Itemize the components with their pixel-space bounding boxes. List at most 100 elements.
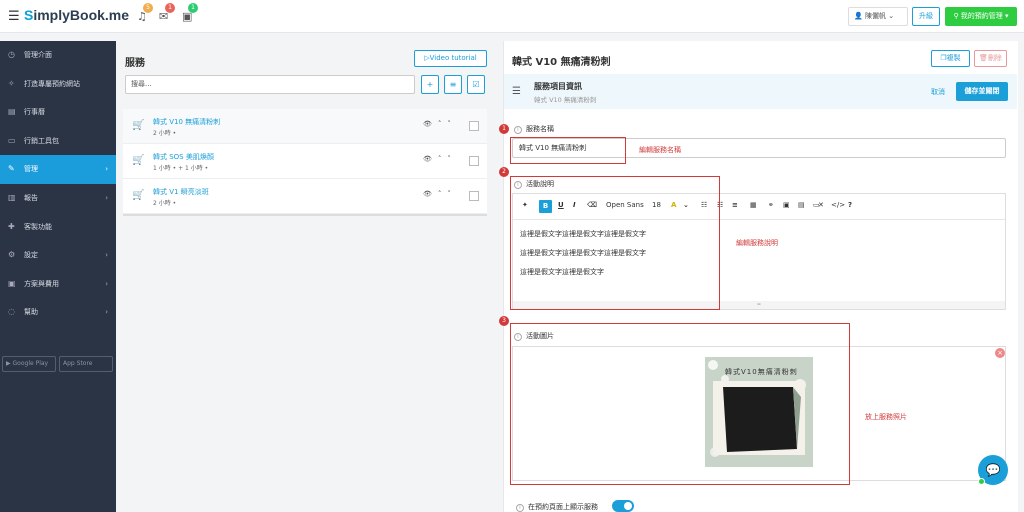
sidebar-item[interactable]: ✧ 打造專屬預約網站 bbox=[0, 70, 116, 99]
chart-icon: ▥ bbox=[8, 192, 16, 202]
sidebar-item[interactable]: ▥ 報告 › bbox=[0, 184, 116, 213]
sidebar-item-label: 設定 bbox=[24, 251, 38, 260]
sliders-icon: ☰ bbox=[512, 86, 521, 97]
annotation-number: 3 bbox=[499, 316, 509, 326]
user-icon: 👤 bbox=[854, 12, 865, 20]
video-tutorial-button[interactable]: ▷Video tutorial bbox=[414, 50, 487, 67]
chevron-right-icon: › bbox=[105, 279, 108, 288]
show-on-booking-label: i 在預約頁面上顯示服務 bbox=[516, 502, 598, 512]
my-booking-button[interactable]: ⚲ 我的預約管理 ▾ bbox=[945, 7, 1017, 26]
service-checkbox[interactable] bbox=[469, 121, 479, 131]
dashboard-icon: ◷ bbox=[8, 50, 15, 59]
service-controls[interactable]: 👁︎˄˅ bbox=[423, 190, 457, 198]
image-icon[interactable]: ▣ bbox=[783, 201, 790, 209]
annotation-note: 編輯服務說明 bbox=[736, 239, 778, 247]
chevron-right-icon: › bbox=[105, 251, 108, 260]
plus-icon: + bbox=[426, 80, 434, 89]
sidebar-item[interactable]: ▤ 行事曆 bbox=[0, 98, 116, 127]
service-name[interactable]: 韓式 SOS 美肌煥顏 bbox=[153, 152, 214, 162]
mail-icon[interactable]: ✉ 1 bbox=[159, 3, 175, 23]
search-input[interactable]: 搜尋... bbox=[125, 75, 415, 94]
section-title: 服務項目資訊 bbox=[534, 82, 582, 91]
cart-icon: 🛒 bbox=[132, 120, 145, 131]
table-icon[interactable]: ▦ bbox=[750, 201, 757, 209]
upgrade-button[interactable]: 升級 bbox=[912, 7, 940, 26]
service-item[interactable]: 🛒 韓式 SOS 美肌煥顏 1 小時 • + 1 小時 • 👁︎˄˅ bbox=[123, 144, 487, 179]
copy-button[interactable]: ❐複製 bbox=[931, 50, 970, 67]
app-store-button[interactable]: App Store bbox=[59, 356, 113, 372]
chat-icon: 💬 bbox=[985, 463, 1001, 477]
service-controls[interactable]: 👁︎˄˅ bbox=[423, 155, 457, 163]
link-icon: ⚲ bbox=[953, 12, 961, 20]
annotation-number: 2 bbox=[499, 167, 509, 177]
service-item[interactable]: 🛒 韓式 V10 無痛清粉刺 2 小時 • 👁︎˄˅ bbox=[123, 109, 487, 144]
delete-button[interactable]: 🗑刪除 bbox=[974, 50, 1007, 67]
sidebar-item[interactable]: ✎ 管理 › bbox=[0, 155, 116, 184]
chevron-right-icon: › bbox=[105, 193, 108, 202]
align-icon[interactable]: ≡ bbox=[732, 201, 738, 209]
chevron-down-icon: ⌄ bbox=[888, 12, 895, 20]
pencil-icon: ✎ bbox=[8, 164, 15, 174]
mail-badge: 1 bbox=[165, 3, 175, 13]
info-icon: i bbox=[514, 126, 522, 134]
service-duration: 1 小時 • + 1 小時 • bbox=[153, 165, 209, 172]
chevron-right-icon: › bbox=[105, 308, 108, 317]
annotation-box bbox=[510, 176, 720, 310]
bulb-icon: ✧ bbox=[8, 78, 15, 88]
list-view-button[interactable]: ≡ bbox=[444, 75, 462, 94]
list-icon: ≡ bbox=[449, 80, 457, 89]
caret-down-icon: ▾ bbox=[1005, 12, 1009, 20]
sidebar-item-label: 方案與費用 bbox=[24, 279, 59, 288]
remove-image-icon[interactable]: × bbox=[995, 348, 1005, 358]
sidebar-item-label: 行銷工具包 bbox=[24, 136, 59, 145]
service-checkbox[interactable] bbox=[469, 191, 479, 201]
services-title: 服務 bbox=[125, 58, 145, 69]
service-checkbox[interactable] bbox=[469, 156, 479, 166]
sidebar: ◷ 管理介面 ✧ 打造專屬預約網站 ▤ 行事曆 ▭ 行銷工具包 ✎ 管理 › ▥ 報告 › ✚ 客製功能 ⚙ 設定… bbox=[0, 41, 116, 512]
save-close-button[interactable]: 儲存並關閉 bbox=[956, 82, 1008, 101]
sidebar-item[interactable]: ◷ 管理介面 bbox=[0, 41, 116, 70]
cart-icon: 🛒 bbox=[132, 155, 145, 166]
name-label: i 服務名稱 bbox=[514, 124, 554, 134]
sidebar-item[interactable]: ▭ 行銷工具包 bbox=[0, 127, 116, 156]
chat-widget-button[interactable]: 💬 bbox=[978, 455, 1008, 485]
fullscreen-icon[interactable]: ✕ bbox=[818, 201, 824, 209]
google-play-button[interactable]: ▶ Google Play bbox=[2, 356, 56, 372]
help-icon: ◌ bbox=[8, 307, 15, 317]
cart-icon: 🛒 bbox=[132, 190, 145, 201]
sidebar-item[interactable]: ◌ 幫助 › bbox=[0, 298, 116, 327]
link-icon[interactable]: ⚭ bbox=[768, 201, 774, 209]
service-name[interactable]: 韓式 V1 瞬亮淡斑 bbox=[153, 187, 209, 197]
add-service-button[interactable]: + bbox=[421, 75, 439, 94]
user-menu[interactable]: 👤 陳儷帆 ⌄ bbox=[848, 7, 908, 26]
select-mode-button[interactable]: ☑ bbox=[467, 75, 485, 94]
section-subtitle: 韓式 V10 無痛清粉刺 bbox=[534, 96, 597, 104]
check-square-icon: ☑ bbox=[472, 80, 480, 89]
hamburger-menu-icon[interactable]: ☰ bbox=[8, 9, 20, 24]
sidebar-item[interactable]: ▣ 方案與費用 › bbox=[0, 270, 116, 299]
code-view-icon[interactable]: </> bbox=[831, 201, 845, 209]
online-status-dot bbox=[978, 478, 985, 485]
sidebar-item[interactable]: ⚙ 設定 › bbox=[0, 241, 116, 270]
bell-icon[interactable]: ♫ 5 bbox=[137, 3, 153, 23]
detail-title: 韓式 V10 無痛清粉刺 bbox=[512, 57, 611, 68]
wallet-icon: ▣ bbox=[8, 278, 16, 288]
top-bar: ☰ SimplyBook.me ♫ 5 ✉ 1 ▣ 1 👤 陳儷帆 ⌄ 升級 ⚲ 我的… bbox=[0, 0, 1024, 33]
show-on-booking-toggle[interactable] bbox=[612, 500, 634, 512]
service-name[interactable]: 韓式 V10 無痛清粉刺 bbox=[153, 117, 220, 127]
gear-icon: ⚙ bbox=[8, 250, 16, 260]
video-icon[interactable]: ▤ bbox=[798, 201, 805, 209]
trash-icon: 🗑 bbox=[979, 54, 988, 62]
sidebar-item-label: 幫助 bbox=[24, 308, 38, 317]
sidebar-item[interactable]: ✚ 客製功能 bbox=[0, 213, 116, 242]
calendar-check-icon[interactable]: ▣ 1 bbox=[182, 3, 198, 23]
help-icon[interactable]: ? bbox=[848, 201, 852, 209]
annotation-note: 編輯服務名稱 bbox=[639, 146, 681, 154]
service-item[interactable]: 🛒 韓式 V1 瞬亮淡斑 2 小時 • 👁︎˄˅ bbox=[123, 179, 487, 214]
annotation-box bbox=[510, 323, 850, 485]
cancel-button[interactable]: 取消 bbox=[931, 87, 945, 97]
logo[interactable]: SimplyBook.me bbox=[24, 7, 129, 23]
calendar-badge: 1 bbox=[188, 3, 198, 13]
service-duration: 2 小時 • bbox=[153, 130, 177, 137]
service-controls[interactable]: 👁︎˄˅ bbox=[423, 120, 457, 128]
